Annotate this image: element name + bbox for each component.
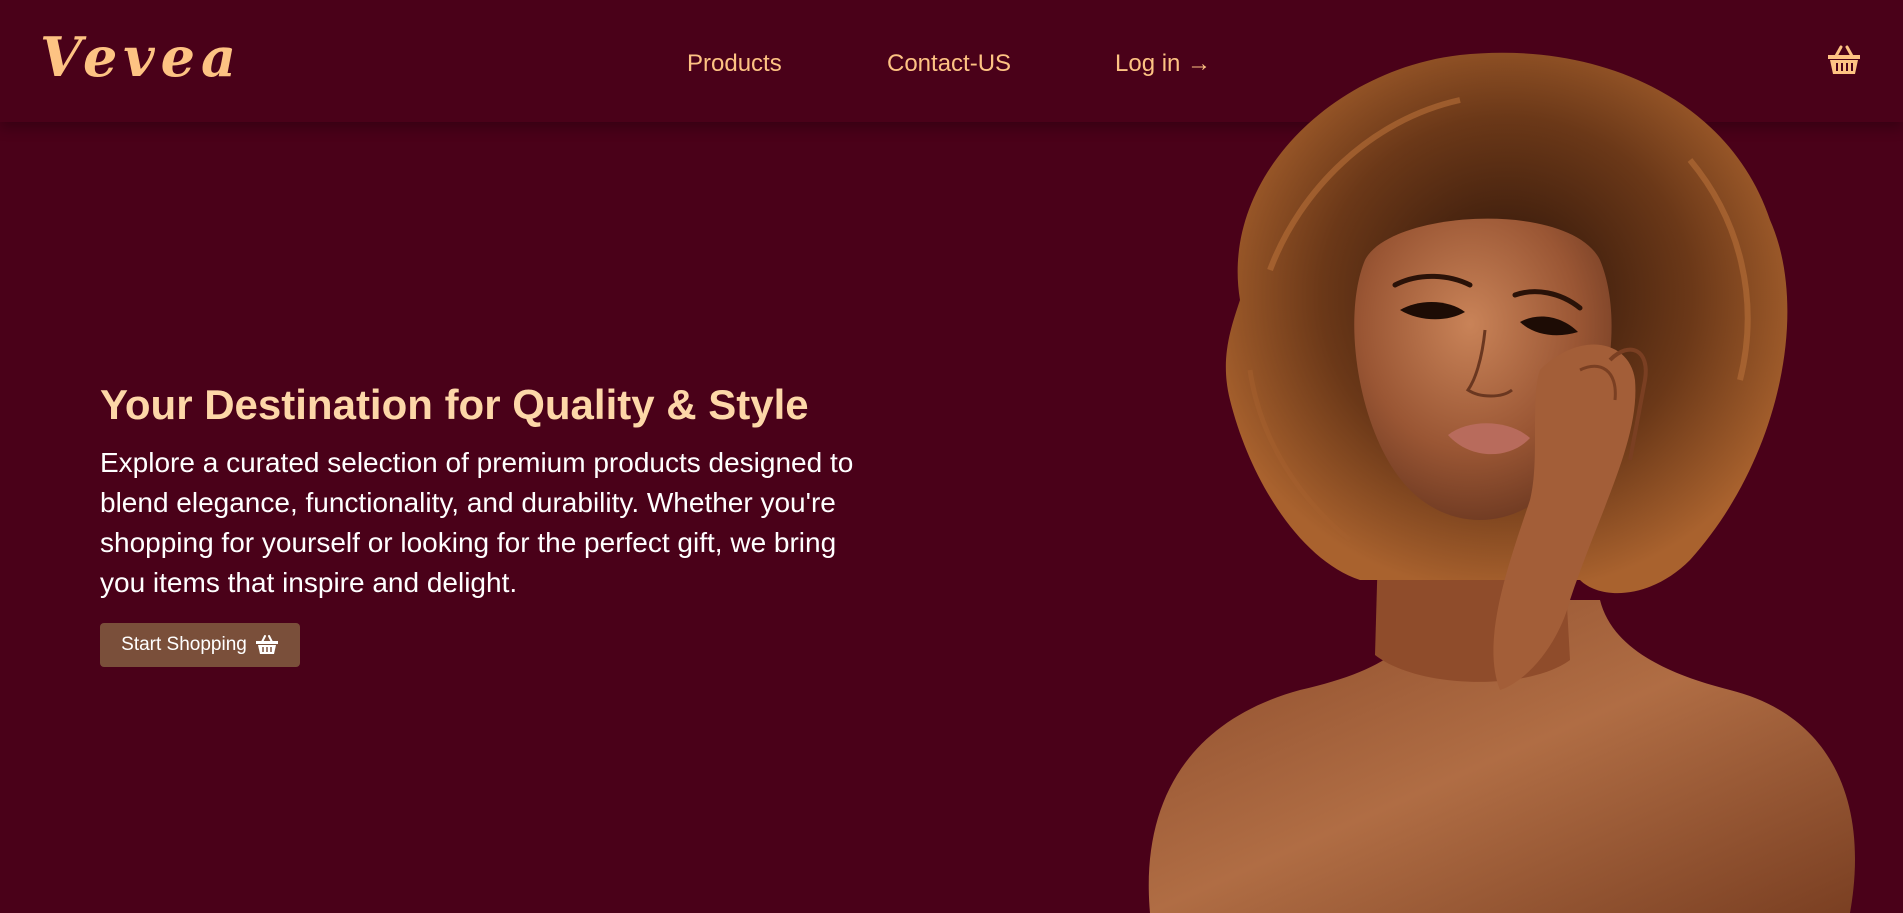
hero-description: Explore a curated selection of premium p… bbox=[100, 447, 854, 598]
hero-model-image bbox=[1130, 40, 1903, 913]
landing-page: Vevea Products Contact-US Log in → Your … bbox=[0, 0, 1903, 913]
start-shopping-label: Start Shopping bbox=[121, 634, 247, 655]
start-shopping-button[interactable]: Start Shopping bbox=[100, 623, 300, 667]
shopping-basket-icon bbox=[255, 634, 279, 656]
nav-link-contact-us[interactable]: Contact-US bbox=[887, 49, 1011, 79]
nav-link-products[interactable]: Products bbox=[687, 49, 782, 79]
hero-headline: Your Destination for Quality & Style bbox=[100, 381, 809, 428]
hero-section: Your Destination for Quality & Style Exp… bbox=[100, 375, 900, 603]
